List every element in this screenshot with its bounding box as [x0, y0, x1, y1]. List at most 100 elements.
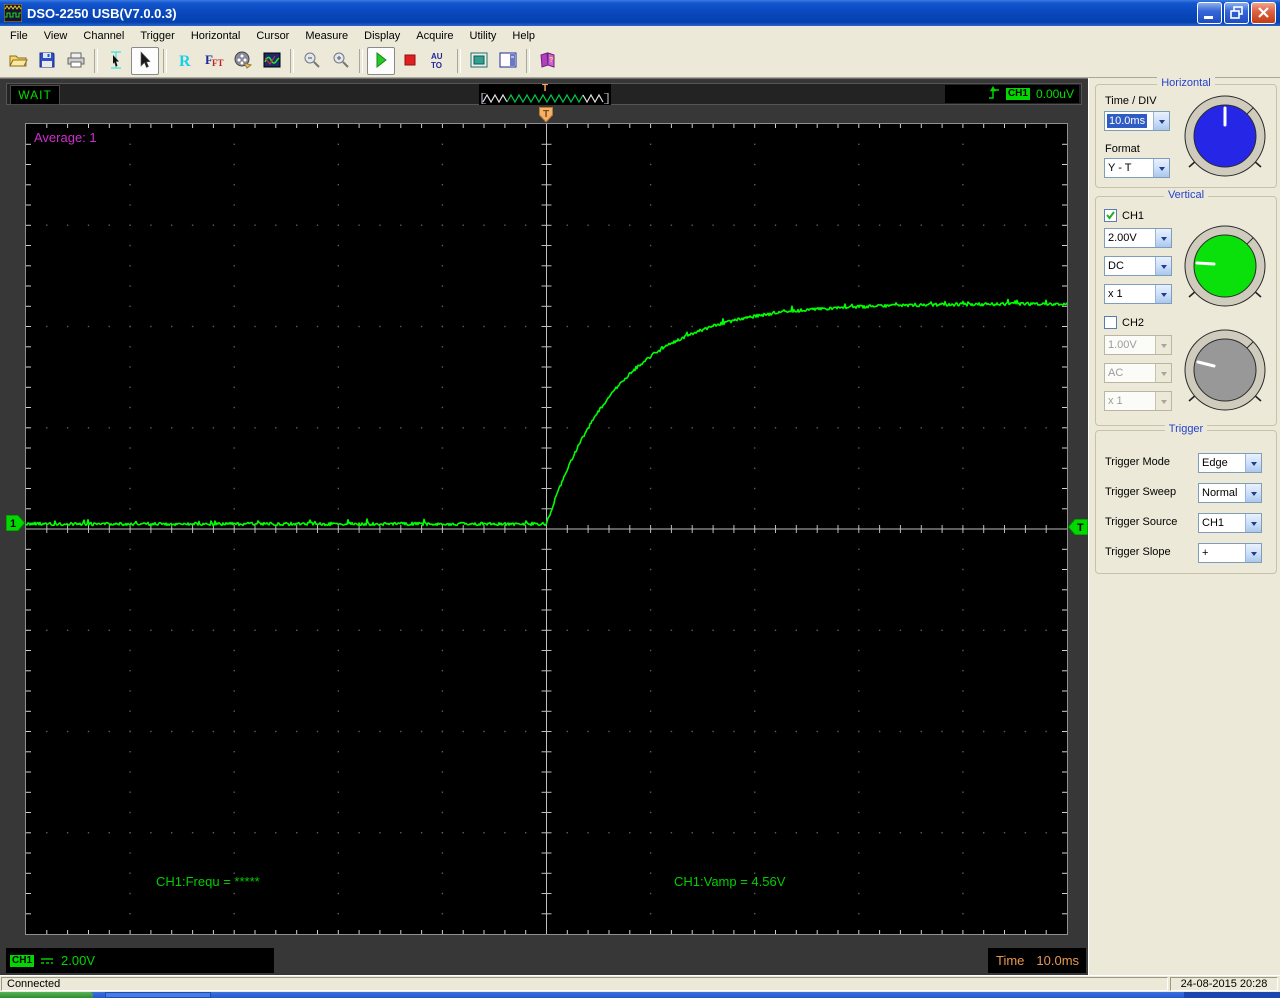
auto-setup-icon: AU TO	[429, 50, 449, 73]
zoom-in-button[interactable]	[327, 47, 355, 75]
zoom-out-icon	[302, 50, 322, 73]
chevron-down-icon[interactable]	[1245, 514, 1261, 532]
menu-file[interactable]: File	[2, 28, 36, 44]
trigger-row-label: Trigger Sweep	[1105, 486, 1177, 498]
svg-text:AU: AU	[431, 52, 443, 61]
close-button[interactable]	[1251, 2, 1276, 24]
minimize-button[interactable]	[1197, 2, 1222, 24]
toolbar-separator	[94, 49, 98, 73]
horizontal-group-title: Horizontal	[1096, 77, 1276, 89]
horizontal-position-knob[interactable]	[1179, 90, 1271, 182]
chevron-down-icon[interactable]	[1245, 454, 1261, 472]
toolbar-separator	[359, 49, 363, 73]
frequency-measurement: CH1:Frequ = *****	[156, 874, 260, 889]
time-div-label: Time / DIV	[1105, 95, 1157, 107]
save-button[interactable]	[33, 47, 61, 75]
app-icon	[3, 3, 23, 23]
scope-display[interactable]: Average: 1 CH1:Frequ = ***** CH1:Vamp = …	[5, 107, 1089, 935]
trigger-level-value: 0.00uV	[1035, 87, 1074, 101]
menu-display[interactable]: Display	[356, 28, 408, 44]
pointer-button[interactable]	[131, 47, 159, 75]
restore-button[interactable]	[1224, 2, 1249, 24]
trigger-row-label: Trigger Slope	[1105, 546, 1171, 558]
ch2-checkbox[interactable]	[1104, 316, 1117, 329]
start-icon	[371, 50, 391, 73]
menu-utility[interactable]: Utility	[462, 28, 505, 44]
vamp-measurement: CH1:Vamp = 4.56V	[674, 874, 786, 889]
open-folder-icon	[8, 50, 28, 73]
refresh-r-icon: R	[175, 50, 195, 73]
fft-button[interactable]: F FT	[200, 47, 228, 75]
toolbar-separator	[526, 49, 530, 73]
menu-trigger[interactable]: Trigger	[132, 28, 182, 44]
refresh-r-button[interactable]: R	[171, 47, 199, 75]
chevron-down-icon[interactable]	[1155, 257, 1171, 275]
stop-button[interactable]	[396, 47, 424, 75]
trigger-mode-select[interactable]: Edge	[1198, 453, 1262, 473]
ch1-probe-select[interactable]: x 1	[1104, 284, 1172, 304]
chevron-down-icon	[1155, 364, 1171, 382]
menu-horizontal[interactable]: Horizontal	[183, 28, 249, 44]
start-button[interactable]	[367, 47, 395, 75]
toolbar: R F FT AU TO?	[0, 45, 1280, 77]
stop-icon	[400, 50, 420, 73]
format-label: Format	[1105, 143, 1140, 155]
trigger-source-select[interactable]: CH1	[1198, 513, 1262, 533]
chevron-down-icon[interactable]	[1155, 229, 1171, 247]
chevron-down-icon[interactable]	[1153, 112, 1169, 130]
format-select[interactable]: Y - T	[1104, 158, 1170, 178]
scope-graticule-and-trace	[26, 124, 1067, 934]
time-div-select[interactable]: 10.0ms	[1104, 111, 1170, 131]
print-button[interactable]	[62, 47, 90, 75]
menu-measure[interactable]: Measure	[297, 28, 356, 44]
ch1-position-knob[interactable]	[1179, 220, 1271, 312]
ch1-scale-readout: CH1 2.00V	[6, 948, 274, 973]
chevron-down-icon[interactable]	[1245, 544, 1261, 562]
waveform-display-button[interactable]	[258, 47, 286, 75]
ch1-coupling-select[interactable]: DC	[1104, 256, 1172, 276]
menu-channel[interactable]: Channel	[75, 28, 132, 44]
full-screen-icon	[469, 50, 489, 73]
trigger-sweep-select[interactable]: Normal	[1198, 483, 1262, 503]
cursor-measure-button[interactable]	[102, 47, 130, 75]
time-label: Time	[996, 953, 1025, 968]
trigger-group-title: Trigger	[1096, 423, 1276, 435]
dc-coupling-icon	[40, 953, 55, 968]
trigger-row-label: Trigger Mode	[1105, 456, 1171, 468]
ch1-level-marker[interactable]: 1	[5, 514, 26, 534]
timebase-readout: Time 10.0ms	[988, 948, 1086, 973]
auto-setup-button[interactable]: AU TO	[425, 47, 453, 75]
menu-cursor[interactable]: Cursor	[248, 28, 297, 44]
chevron-down-icon[interactable]	[1155, 285, 1171, 303]
trigger-position-marker[interactable]: T	[539, 107, 553, 123]
chevron-down-icon[interactable]	[1153, 159, 1169, 177]
scope-client-area: WAIT T CH1 0.00uV Average: 1 CH1:Frequ =…	[0, 78, 1089, 976]
ch2-position-knob[interactable]	[1179, 324, 1271, 416]
ch2-checkbox-label: CH2	[1122, 317, 1145, 329]
ch1-volts-select[interactable]: 2.00V	[1104, 228, 1172, 248]
zoom-out-button[interactable]	[298, 47, 326, 75]
menu-acquire[interactable]: Acquire	[408, 28, 461, 44]
svg-text:?: ?	[549, 57, 553, 64]
menu-bar: File View Channel Trigger Horizontal Cursor Me…	[0, 26, 1280, 45]
trigger-row-label: Trigger Source	[1105, 516, 1178, 528]
buffer-preview[interactable]: T	[479, 83, 611, 105]
record-button[interactable]	[229, 47, 257, 75]
panel-layout-button[interactable]	[494, 47, 522, 75]
ch1-checkbox[interactable]	[1104, 209, 1117, 222]
task-button-sliver[interactable]	[105, 992, 211, 998]
status-bar: Connected 24-08-2015 20:28	[0, 975, 1280, 992]
average-label: Average: 1	[34, 130, 97, 145]
menu-view[interactable]: View	[36, 28, 76, 44]
open-folder-button[interactable]	[4, 47, 32, 75]
trigger-level-marker[interactable]: T	[1067, 518, 1089, 538]
menu-help[interactable]: Help	[504, 28, 543, 44]
full-screen-button[interactable]	[465, 47, 493, 75]
ch1-volts-per-div: 2.00V	[61, 953, 95, 968]
trigger-slope-select[interactable]: +	[1198, 543, 1262, 563]
system-tray-sliver	[1184, 992, 1280, 998]
help-book-button[interactable]: ?	[534, 47, 562, 75]
chevron-down-icon[interactable]	[1245, 484, 1261, 502]
panel-layout-icon	[498, 50, 518, 73]
start-button-sliver[interactable]	[0, 992, 93, 998]
